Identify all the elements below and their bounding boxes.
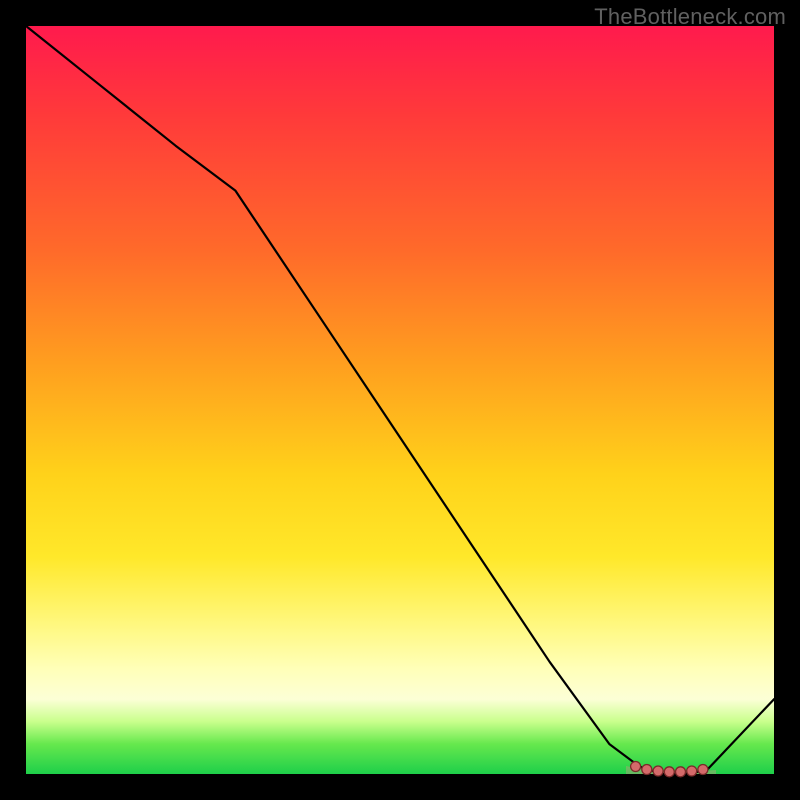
valley-marker bbox=[676, 767, 686, 777]
valley-marker bbox=[631, 762, 641, 772]
bottleneck-curve bbox=[26, 26, 774, 774]
plot-area bbox=[26, 26, 774, 774]
valley-marker bbox=[653, 766, 663, 776]
valley-marker bbox=[642, 765, 652, 775]
chart-frame: TheBottleneck.com bbox=[0, 0, 800, 800]
valley-marker bbox=[687, 766, 697, 776]
line-overlay bbox=[26, 26, 774, 774]
valley-marker bbox=[698, 765, 708, 775]
valley-marker bbox=[664, 767, 674, 777]
